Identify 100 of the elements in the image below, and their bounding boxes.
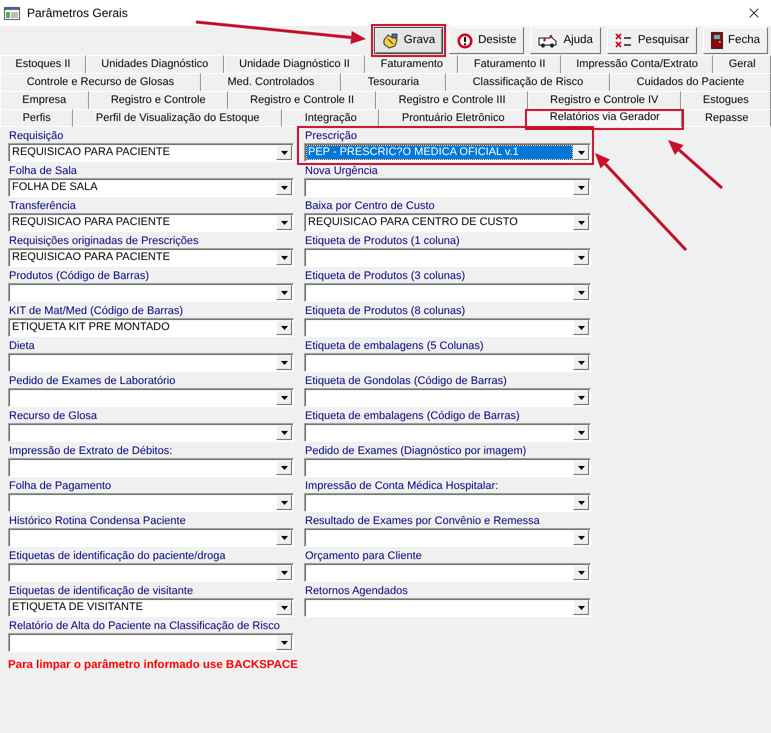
caret-icon [578, 466, 584, 470]
caret-icon [280, 360, 288, 364]
dropdown-button[interactable] [573, 495, 589, 510]
caret-icon [280, 220, 288, 224]
dropdown-button[interactable] [276, 390, 292, 405]
combo-box[interactable] [304, 178, 591, 197]
combo-box[interactable] [8, 283, 294, 302]
combo-box[interactable] [304, 423, 591, 442]
dropdown-button[interactable] [276, 425, 292, 440]
tab[interactable]: Med. Controlados [200, 73, 342, 91]
combo-box[interactable]: ETIQUETA KIT PRE MONTADO [8, 318, 294, 337]
tab[interactable]: Prontuário Eletrônico [379, 109, 528, 127]
field-label: Impressão de Extrato de Débitos: [8, 444, 174, 458]
combo-value: ETIQUETA KIT PRE MONTADO [12, 320, 170, 336]
combo-box[interactable]: FOLHA DE SALA [8, 178, 294, 197]
field-label: KIT de Mat/Med (Código de Barras) [8, 304, 184, 318]
dropdown-button[interactable] [276, 250, 292, 265]
dropdown-button[interactable] [276, 495, 292, 510]
caret-icon [578, 150, 584, 154]
combo-box[interactable] [8, 353, 294, 372]
dropdown-button[interactable] [573, 460, 589, 475]
combo-box[interactable] [304, 318, 591, 337]
dropdown-button[interactable] [573, 390, 589, 405]
tab[interactable]: Estoques II [0, 55, 86, 73]
dropdown-button[interactable] [573, 565, 589, 580]
tab[interactable]: Classificação de Risco [446, 73, 610, 91]
combo-box[interactable] [304, 563, 591, 582]
combo-box[interactable]: REQUISICAO PARA CENTRO DE CUSTO [304, 213, 591, 232]
dropdown-button[interactable] [573, 250, 589, 265]
field-label: Pedido de Exames (Diagnóstico por imagem) [304, 444, 528, 458]
tab[interactable]: Impressão Conta/Extrato [560, 55, 714, 73]
tab[interactable]: Perfis [0, 109, 74, 127]
toolbar-button[interactable]: Fecha [703, 27, 768, 54]
dropdown-button[interactable] [573, 180, 589, 195]
combo-box[interactable]: REQUISICAO PARA PACIENTE [8, 248, 294, 267]
tab[interactable]: Registro e Controle III [376, 91, 528, 109]
dropdown-button[interactable] [276, 635, 292, 650]
tab[interactable]: Tesouraria [341, 73, 446, 91]
caret-icon [578, 500, 584, 504]
combo-box[interactable] [304, 598, 591, 617]
combo-box[interactable] [8, 458, 294, 477]
combo-box[interactable] [304, 458, 591, 477]
dropdown-button[interactable] [276, 320, 292, 335]
toolbar-button[interactable]: Desiste [449, 27, 524, 54]
combo-box[interactable]: PEP - PRESCRIC?O MEDICA OFICIAL v.1 [304, 143, 591, 162]
combo-box[interactable] [304, 283, 591, 302]
tab[interactable]: Unidade Diagnóstico II [224, 55, 366, 73]
combo-box[interactable] [8, 493, 294, 512]
dropdown-button[interactable] [276, 285, 292, 300]
dropdown-button[interactable] [573, 145, 589, 160]
dropdown-button[interactable] [573, 425, 589, 440]
tab[interactable]: Cuidados do Paciente [610, 73, 771, 91]
combo-box[interactable] [304, 388, 591, 407]
dropdown-button[interactable] [573, 285, 589, 300]
combo-box[interactable] [304, 493, 591, 512]
ambulance-icon [538, 34, 558, 48]
tab[interactable]: Estogues [680, 91, 771, 109]
combo-box[interactable]: ETIQUETA DE VISITANTE [8, 598, 294, 617]
caret-icon [578, 186, 584, 190]
field-label: Transferência [8, 199, 77, 213]
caret-icon [280, 606, 288, 610]
tab[interactable]: Perfil de Visualização do Estoque [73, 109, 282, 127]
combo-box[interactable] [304, 248, 591, 267]
tab[interactable]: Registro e Controle [88, 91, 228, 109]
dropdown-button[interactable] [276, 565, 292, 580]
combo-box[interactable] [304, 353, 591, 372]
dropdown-button[interactable] [276, 215, 292, 230]
combo-box[interactable] [8, 423, 294, 442]
tab[interactable]: Integração [282, 109, 380, 127]
tab[interactable]: Registro e Controle IV [528, 91, 681, 109]
dropdown-button[interactable] [276, 355, 292, 370]
combo-box[interactable]: REQUISICAO PARA PACIENTE [8, 213, 294, 232]
dropdown-button[interactable] [276, 145, 292, 160]
dropdown-button[interactable] [573, 530, 589, 545]
tab[interactable]: Controle e Recurso de Glosas [0, 73, 201, 91]
toolbar-button[interactable]: Ajuda [530, 27, 601, 54]
dropdown-button[interactable] [276, 530, 292, 545]
tab[interactable]: Empresa [0, 91, 89, 109]
combo-box[interactable] [304, 528, 591, 547]
toolbar-button[interactable]: Pesquisar [606, 27, 698, 54]
tab[interactable]: Faturamento [365, 55, 458, 73]
tab[interactable]: Faturamento II [458, 55, 561, 73]
combo-box[interactable] [8, 528, 294, 547]
dropdown-button[interactable] [276, 180, 292, 195]
dropdown-button[interactable] [573, 215, 589, 230]
combo-box[interactable] [8, 388, 294, 407]
dropdown-button[interactable] [573, 355, 589, 370]
combo-box[interactable]: REQUISICAO PARA PACIENTE [8, 143, 294, 162]
tab[interactable]: Unidades Diagnóstico [86, 55, 224, 73]
caret-icon [578, 570, 584, 574]
dropdown-button[interactable] [276, 600, 292, 615]
dropdown-button[interactable] [276, 460, 292, 475]
tab[interactable]: Geral [713, 55, 771, 73]
toolbar-button[interactable]: Grava [374, 27, 444, 54]
tab[interactable]: Repasse [682, 109, 771, 127]
combo-box[interactable] [8, 633, 294, 652]
dropdown-button[interactable] [573, 320, 589, 335]
dropdown-button[interactable] [573, 600, 589, 615]
combo-box[interactable] [8, 563, 294, 582]
tab[interactable]: Registro e Controle II [228, 91, 376, 109]
